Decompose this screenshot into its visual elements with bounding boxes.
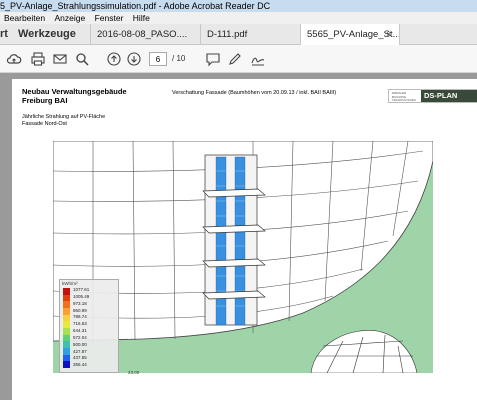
legend-value: 355.44 (73, 362, 87, 368)
menu-item-hilfe[interactable]: Hilfe (133, 13, 150, 23)
document-header-caption: Verschattung Fassade (Baumhöhen vom 20.0… (172, 90, 337, 96)
logo-small-text: DREXLER BUILDING TECHNOLOGIES (392, 91, 416, 102)
toolbar: / 10 (0, 45, 477, 73)
legend-footer: 23.00 (128, 370, 140, 375)
close-tab-icon[interactable]: × (386, 24, 391, 45)
legend-value: 860.99 (73, 307, 87, 313)
document-viewport[interactable]: Neubau Verwaltungsgebäude Freiburg BAI V… (0, 73, 477, 400)
tab-document-2[interactable]: D-111.pdf (200, 24, 300, 45)
logo-text: DS-PLAN (421, 90, 477, 102)
comment-icon[interactable] (205, 51, 221, 67)
tab-document-1[interactable]: 2016-08-08_PASO.... (90, 24, 200, 45)
menu-item-bearbeiten[interactable]: Bearbeiten (4, 13, 45, 23)
sign-icon[interactable] (250, 51, 266, 67)
page-down-icon[interactable] (126, 51, 142, 67)
legend-value: 644.31 (73, 328, 87, 333)
page-up-icon[interactable] (106, 51, 122, 67)
legend-swatch (63, 361, 70, 369)
document-subtitle: Freiburg BAI (22, 96, 68, 105)
search-icon[interactable] (74, 51, 90, 67)
document-note-line2: Fassade Nord-Ost (22, 121, 67, 127)
tab-start[interactable]: rt (0, 24, 14, 45)
menu-item-fenster[interactable]: Fenster (95, 13, 124, 23)
window-title-bar: 5_PV-Anlage_Strahlungssimulation.pdf - A… (0, 0, 477, 12)
legend-color-bar (63, 288, 70, 369)
page-total: / 10 (172, 54, 186, 63)
tab-tools[interactable]: Werkzeuge (18, 24, 78, 45)
upload-cloud-icon[interactable] (6, 51, 22, 67)
legend-value: 572.04 (73, 334, 87, 340)
mail-icon[interactable] (52, 51, 68, 67)
legend-value: 788.74 (73, 314, 87, 320)
menu-bar: Bearbeiten Anzeige Fenster Hilfe (0, 12, 477, 24)
print-icon[interactable] (30, 51, 46, 67)
document-note-line1: Jährliche Strahlung auf PV-Fläche (22, 114, 106, 120)
legend-value: 1077.61 (73, 287, 90, 292)
legend-value: 973.18 (73, 300, 87, 306)
legend-unit: kWh/m² (62, 281, 78, 286)
legend-labels: 1077.61 1005.49 973.18 860.99 788.74 716.63 64… (73, 287, 117, 369)
pdf-page: Neubau Verwaltungsgebäude Freiburg BAI V… (12, 79, 477, 400)
menu-item-anzeige[interactable]: Anzeige (55, 13, 86, 23)
window-title: 5_PV-Anlage_Strahlungssimulation.pdf - A… (0, 1, 271, 11)
page-number-input[interactable] (149, 52, 167, 66)
tab-document-3[interactable]: 5565_PV-Anlage_St... (300, 24, 400, 45)
legend-value: 437.65 (73, 355, 87, 361)
legend-value: 500.00 (73, 341, 87, 347)
pen-icon[interactable] (227, 51, 243, 67)
company-logo: DREXLER BUILDING TECHNOLOGIES DS-PLAN (388, 89, 477, 103)
legend-value: 427.87 (73, 348, 87, 354)
legend-value: 1005.49 (73, 293, 90, 299)
color-legend: kWh/m² 1077.61 1005.49 973.18 860.99 788.74 7… (59, 279, 119, 373)
document-title: Neubau Verwaltungsgebäude (22, 87, 127, 96)
tab-bar: rt Werkzeuge 2016-08-08_PASO.... D-111.p… (0, 24, 477, 45)
legend-value: 716.63 (73, 321, 87, 327)
